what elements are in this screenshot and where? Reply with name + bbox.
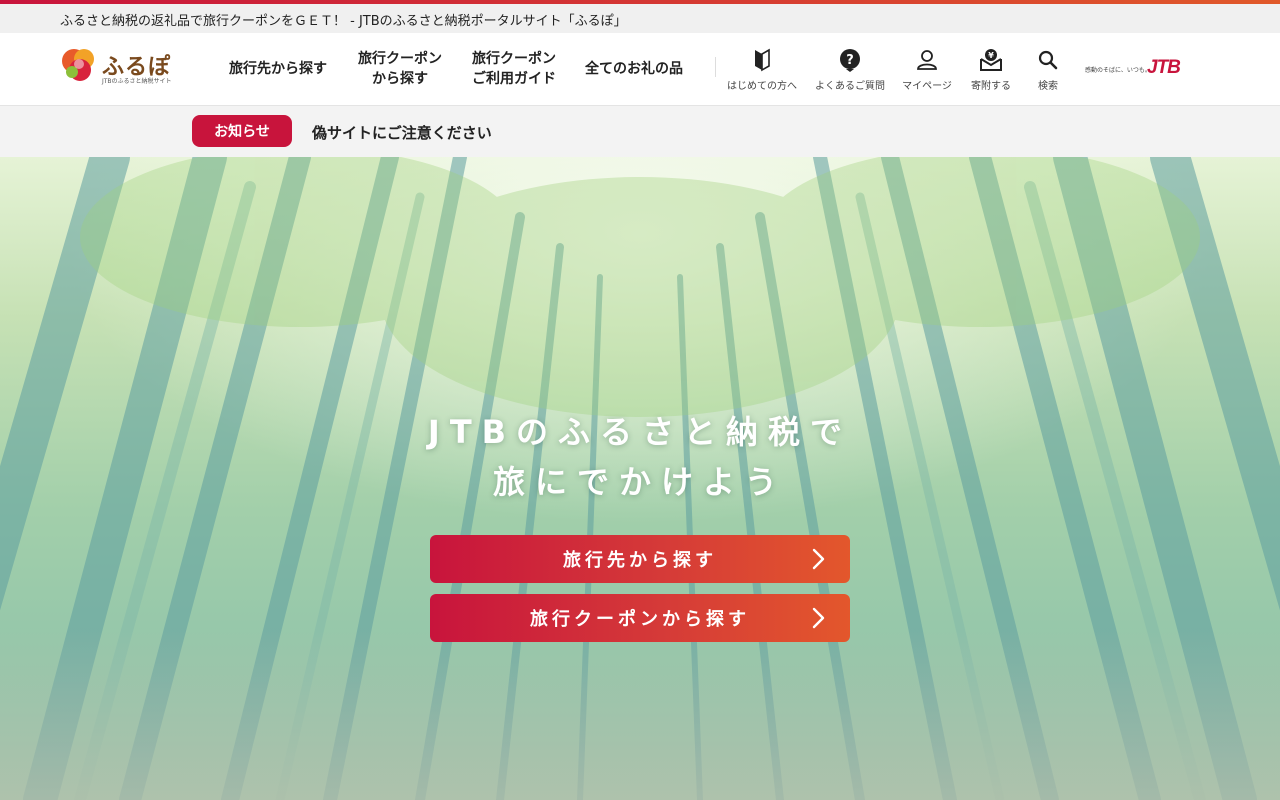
nav-search-by-destination[interactable]: 旅行先から探す [222,33,334,105]
chevron-right-icon [812,548,825,570]
site-title-bar: ふるさと納税の返礼品で旅行クーポンをＧＥＴ！ - JTBのふるさと納税ポータルサ… [0,4,1280,33]
nav-coupon-guide[interactable]: 旅行クーポン ご利用ガイド [458,33,570,105]
search-link[interactable]: 検索 [1028,47,1068,95]
search-icon [1038,50,1058,70]
notice-bar: お知らせ 偽サイトにご注意ください [0,106,1280,157]
site-title: ふるさと納税の返礼品で旅行クーポンをＧＥＴ！ - JTBのふるさと納税ポータルサ… [60,14,627,29]
hero-heading-line-2: 旅にでかけよう [492,463,787,501]
svg-text:?: ? [846,53,854,68]
nav-search-by-coupon[interactable]: 旅行クーポン から探す [344,33,456,105]
donate-icon: ¥ [980,49,1002,71]
furupo-logo[interactable]: ふるぽ JTBのふるさと納税サイト [60,45,182,85]
question-icon: ? [840,49,860,72]
beginner-icon [755,48,770,72]
beginners-link[interactable]: はじめての方へ [727,47,797,95]
logo-subtitle: JTBのふるさと納税サイト [102,78,172,85]
cta-search-by-coupon-button[interactable]: 旅行クーポンから探す [430,594,850,642]
faq-link[interactable]: ? よくあるご質問 [815,47,885,95]
notice-badge: お知らせ [192,115,292,147]
svg-text:¥: ¥ [988,51,994,60]
cta-secondary-label: 旅行クーポンから探す [530,609,750,630]
jtb-brand[interactable]: 感動のそばに、いつも。 JTB [1085,57,1181,81]
donate-link[interactable]: ¥ 寄附する [965,47,1017,95]
jtb-tagline: 感動のそばに、いつも。 [1085,67,1151,74]
chevron-right-icon [812,607,825,629]
hero-heading: JTBのふるさと納税で 旅にでかけよう [0,407,1280,507]
global-header: ふるぽ JTBのふるさと納税サイト 旅行先から探す 旅行クーポン から探す 旅行… [0,33,1280,106]
mypage-link[interactable]: マイページ [900,47,954,95]
logo-mark-icon [62,49,94,81]
cta-search-by-destination-button[interactable]: 旅行先から探す [430,535,850,583]
nav-all-gifts[interactable]: 全てのお礼の品 [578,33,690,105]
hero-heading-line-1: JTBのふるさと納税で [427,413,853,451]
nav-divider [715,57,716,77]
jtb-logo: JTB [1147,57,1181,78]
cta-primary-label: 旅行先から探す [563,550,717,571]
user-icon [917,50,937,70]
hero-section: JTBのふるさと納税で 旅にでかけよう 旅行先から探す 旅行クーポンから探す [0,157,1280,800]
notice-link[interactable]: 偽サイトにご注意ください [312,122,492,143]
